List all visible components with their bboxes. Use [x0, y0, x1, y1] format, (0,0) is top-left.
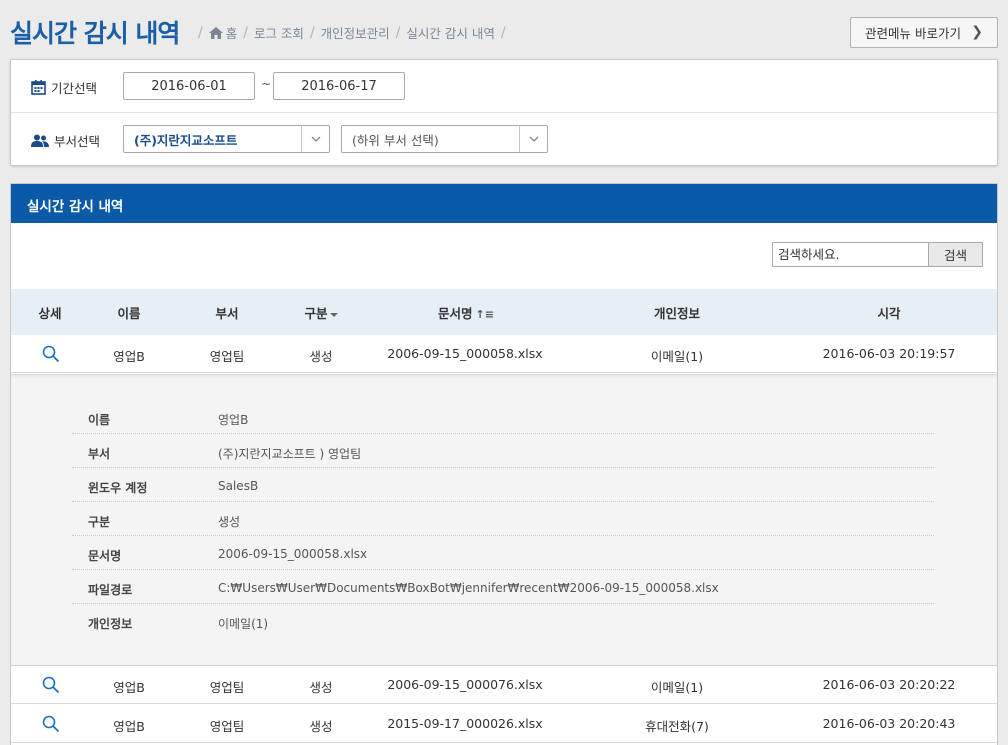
related-menu-label: 관련메뉴 바로가기 — [865, 26, 961, 41]
detail-key: 구분 — [88, 515, 111, 529]
subdepartment-select[interactable]: (하위 부서 선택) — [341, 125, 548, 153]
page-header: 실시간 감시 내역 / 홈 / 로그 조회 / 개인정보관리 / 실시간 감시 … — [0, 0, 1008, 58]
cell-time: 2016-06-03 20:19:57 — [822, 346, 956, 361]
magnifier-icon[interactable] — [42, 345, 60, 363]
detail-key: 개인정보 — [88, 617, 133, 631]
cell-time: 2016-06-03 20:20:22 — [822, 677, 956, 692]
column-header-type[interactable]: 구분 — [291, 303, 351, 322]
dept-label: 부서선택 — [31, 131, 100, 150]
cell-doc: 2006-09-15_000076.xlsx — [387, 677, 543, 692]
cell-name: 영업B — [113, 680, 145, 695]
end-date-input[interactable] — [273, 72, 405, 100]
cell-pii: 이메일(1) — [650, 680, 704, 695]
detail-row: 부서 (주)지란지교소프트 ) 영업팀 — [72, 434, 934, 468]
cell-dept: 영업팀 — [209, 680, 245, 695]
detail-key: 이름 — [88, 413, 111, 427]
search-input[interactable] — [772, 242, 929, 267]
breadcrumb-home[interactable]: 홈 — [226, 23, 238, 42]
detail-row: 구분 생성 — [72, 502, 934, 536]
users-icon — [31, 134, 49, 147]
dept-label-text: 부서선택 — [54, 134, 101, 149]
detail-row: 이름 영업B — [72, 400, 934, 434]
start-date-input[interactable] — [123, 72, 255, 100]
column-header-doc-label: 문서명 — [438, 306, 473, 321]
period-label-text: 기간선택 — [51, 81, 98, 96]
table-header: 상세 이름 부서 구분 문서명 ↑≡ 개인정보 시각 — [11, 289, 997, 335]
column-header-pii[interactable]: 개인정보 — [617, 303, 737, 322]
department-select[interactable]: (주)지란지교소프트 — [123, 125, 330, 153]
magnifier-icon[interactable] — [42, 715, 60, 733]
chevron-right-icon: ❯ — [971, 24, 983, 40]
table-row[interactable]: 영업B 영업팀 생성 2006-09-15_000076.xlsx 이메일(1)… — [11, 666, 997, 704]
cell-doc: 2015-09-17_000026.xlsx — [387, 716, 543, 731]
table-row[interactable]: 영업B 영업팀 생성 2015-09-17_000026.xlsx 휴대전화(7… — [11, 705, 997, 743]
breadcrumb-separator: / — [198, 24, 203, 41]
detail-value: SalesB — [218, 479, 259, 493]
detail-row: 개인정보 이메일(1) — [72, 604, 934, 638]
home-icon[interactable] — [208, 26, 223, 39]
chevron-down-icon — [301, 126, 329, 152]
department-select-value: (주)지란지교소프트 — [134, 132, 238, 148]
breadcrumb-privacy[interactable]: 개인정보관리 — [321, 23, 390, 42]
detail-value: 생성 — [218, 515, 241, 529]
cell-name: 영업B — [113, 349, 145, 364]
chevron-down-icon — [519, 126, 547, 152]
cell-time: 2016-06-03 20:20:43 — [822, 716, 956, 731]
column-header-name[interactable]: 이름 — [89, 303, 169, 322]
detail-key: 파일경로 — [88, 583, 133, 597]
column-header-doc[interactable]: 문서명 ↑≡ — [391, 303, 541, 322]
table-row[interactable]: 영업B 영업팀 생성 2006-09-15_000058.xlsx 이메일(1)… — [11, 335, 997, 373]
cell-type: 생성 — [309, 349, 333, 364]
detail-value: 이메일(1) — [218, 617, 269, 631]
column-header-detail: 상세 — [38, 306, 62, 321]
sort-asc-icon: ↑≡ — [475, 308, 494, 321]
search-bar: 검색 — [772, 242, 983, 267]
detail-value: 영업B — [218, 413, 249, 427]
breadcrumb-separator: / — [395, 24, 401, 41]
detail-value: (주)지란지교소프트 ) 영업팀 — [218, 447, 362, 461]
column-header-time[interactable]: 시각 — [819, 303, 959, 322]
period-filter-row: 기간선택 ~ — [11, 60, 997, 113]
detail-value: 2006-09-15_000058.xlsx — [218, 547, 368, 561]
related-menu-button[interactable]: 관련메뉴 바로가기 ❯ — [850, 17, 998, 48]
filter-box: 기간선택 ~ 부서선택 (주)지란지교소프트 (하위 부서 선택) — [10, 59, 998, 166]
cell-pii: 이메일(1) — [650, 349, 704, 364]
date-range-separator: ~ — [261, 77, 272, 91]
calendar-icon — [31, 80, 46, 95]
cell-doc: 2006-09-15_000058.xlsx — [387, 346, 543, 361]
column-header-type-label: 구분 — [304, 306, 328, 321]
breadcrumb-separator: / — [500, 24, 506, 41]
magnifier-icon[interactable] — [42, 676, 60, 694]
detail-value: C:₩Users₩User₩Documents₩BoxBot₩jennifer₩… — [218, 581, 719, 595]
dept-filter-row: 부서선택 (주)지란지교소프트 (하위 부서 선택) — [11, 113, 997, 166]
page-title: 실시간 감시 내역 — [10, 19, 180, 48]
detail-row: 윈도우 계정 SalesB — [72, 468, 934, 502]
cell-dept: 영업팀 — [209, 719, 245, 734]
detail-row: 파일경로 C:₩Users₩User₩Documents₩BoxBot₩jenn… — [72, 570, 934, 604]
detail-row: 문서명 2006-09-15_000058.xlsx — [72, 536, 934, 570]
cell-pii: 휴대전화(7) — [645, 719, 709, 734]
cell-type: 생성 — [309, 680, 333, 695]
row-detail-panel: 이름 영업B 부서 (주)지란지교소프트 ) 영업팀 윈도우 계정 SalesB… — [11, 374, 997, 666]
cell-type: 생성 — [309, 719, 333, 734]
cell-name: 영업B — [113, 719, 145, 734]
panel-title: 실시간 감시 내역 — [11, 184, 997, 223]
period-label: 기간선택 — [31, 78, 97, 97]
sort-down-icon — [329, 312, 338, 317]
breadcrumb-separator: / — [243, 24, 248, 41]
cell-dept: 영업팀 — [209, 349, 245, 364]
breadcrumb-log[interactable]: 로그 조회 — [254, 23, 304, 42]
breadcrumb: / 홈 / 로그 조회 / 개인정보관리 / 실시간 감시 내역 / — [192, 23, 512, 42]
column-header-dept[interactable]: 부서 — [187, 303, 267, 322]
breadcrumb-current[interactable]: 실시간 감시 내역 — [406, 23, 494, 42]
breadcrumb-separator: / — [309, 24, 315, 41]
detail-key: 문서명 — [88, 549, 122, 563]
search-button[interactable]: 검색 — [929, 242, 983, 267]
monitor-panel: 실시간 감시 내역 검색 상세 이름 부서 구분 문서명↑≡ 개인정보 시각 영… — [10, 183, 998, 745]
detail-key: 윈도우 계정 — [88, 481, 148, 495]
detail-key: 부서 — [88, 447, 111, 461]
subdepartment-select-value: (하위 부서 선택) — [352, 132, 439, 148]
